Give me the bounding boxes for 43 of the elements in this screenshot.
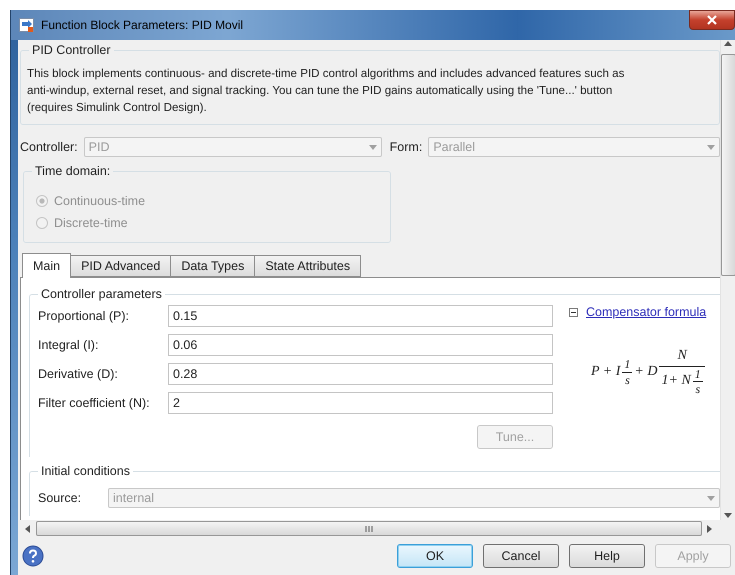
tab[interactable]: Main bbox=[22, 253, 72, 278]
window-title: Function Block Parameters: PID Movil bbox=[41, 18, 244, 32]
tab[interactable]: State Attributes bbox=[254, 255, 362, 277]
help-icon[interactable] bbox=[22, 545, 44, 567]
vertical-scrollbar[interactable] bbox=[720, 40, 735, 520]
field-label: Source: bbox=[38, 491, 82, 505]
input-field[interactable]: 0.15 bbox=[168, 305, 553, 327]
close-icon bbox=[707, 15, 717, 25]
dropdown-caret-icon bbox=[707, 144, 715, 150]
group-title: Time domain: bbox=[32, 164, 114, 178]
scroll-right-arrow-icon[interactable] bbox=[706, 524, 714, 532]
field-label: Integral (I): bbox=[38, 338, 100, 352]
compensator-formula-link[interactable]: Compensator formula bbox=[586, 305, 706, 319]
field-label: Proportional (P): bbox=[38, 309, 130, 323]
dropdown-caret-icon bbox=[368, 144, 377, 150]
collapse-icon[interactable] bbox=[569, 308, 578, 316]
tab[interactable]: Data Types bbox=[170, 255, 256, 277]
dialog-button[interactable]: Cancel bbox=[483, 544, 559, 568]
input-field[interactable]: 2 bbox=[168, 392, 553, 414]
field-label: Controller: bbox=[20, 140, 78, 154]
input-field[interactable]: 0.28 bbox=[168, 363, 553, 385]
field-label: Form: bbox=[390, 140, 422, 154]
field-label: Derivative (D): bbox=[38, 367, 119, 381]
group-title: Controller parameters bbox=[38, 287, 165, 301]
scroll-left-arrow-icon[interactable] bbox=[24, 524, 32, 532]
group-title: Initial conditions bbox=[38, 464, 133, 478]
radio-label: Discrete-time bbox=[54, 216, 128, 230]
field-label: Filter coefficient (N): bbox=[38, 396, 151, 410]
input-field[interactable]: 0.06 bbox=[168, 334, 553, 356]
radio-label: Continuous-time bbox=[54, 194, 146, 208]
group-title: PID Controller bbox=[29, 43, 114, 57]
scrollbar-thumb[interactable] bbox=[720, 54, 735, 276]
scrollbar-thumb[interactable] bbox=[36, 521, 702, 536]
tab[interactable]: PID Advanced bbox=[70, 255, 172, 277]
dialog-button[interactable]: Help bbox=[569, 544, 645, 568]
dropdown-caret-icon bbox=[707, 496, 715, 500]
scroll-down-arrow-icon[interactable] bbox=[724, 512, 732, 520]
grip-icon bbox=[365, 526, 373, 532]
block-description: This block implements continuous- and discrete-time PID control algorithms and includes advanced features such as anti-windup, external reset, and signal tracking. You can tune the PID gains automatically using the 'Tune...' button (requires Simulink Control Design). bbox=[27, 66, 626, 116]
scroll-up-arrow-icon[interactable] bbox=[724, 40, 732, 48]
dialog-button[interactable]: OK bbox=[397, 544, 473, 568]
close-button[interactable] bbox=[689, 10, 735, 30]
app-icon bbox=[19, 17, 35, 33]
